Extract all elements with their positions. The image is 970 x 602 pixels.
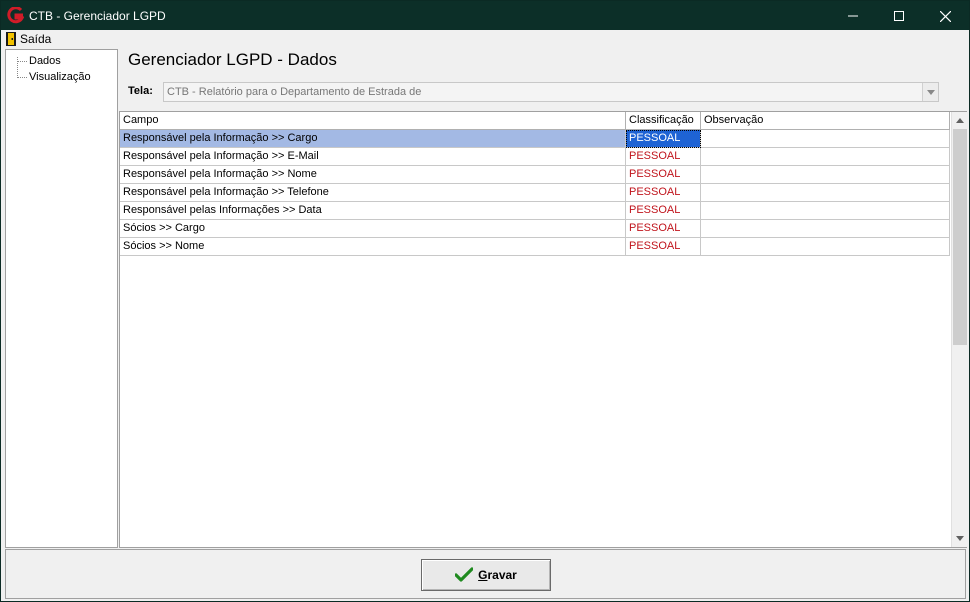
cell-observacao[interactable] (701, 166, 950, 184)
tela-select-value: CTB - Relatório para o Departamento de E… (167, 86, 422, 98)
table-row[interactable]: Sócios >> Cargo PESSOAL (120, 220, 950, 238)
window-title: CTB - Gerenciador LGPD (29, 9, 166, 23)
column-header-campo[interactable]: Campo (120, 112, 626, 130)
cell-classificacao[interactable]: PESSOAL (626, 148, 701, 166)
exit-label: Saída (20, 32, 52, 46)
cell-observacao[interactable] (701, 184, 950, 202)
save-button[interactable]: Gravar (421, 559, 551, 591)
cell-observacao[interactable] (701, 220, 950, 238)
tree-connector (17, 77, 27, 78)
cell-classificacao[interactable]: PESSOAL (626, 130, 701, 148)
cell-classificacao[interactable]: PESSOAL (626, 220, 701, 238)
cell-classificacao[interactable]: PESSOAL (626, 202, 701, 220)
app-logo-icon (7, 7, 24, 24)
column-header-observacao[interactable]: Observação (701, 112, 950, 130)
cell-classificacao[interactable]: PESSOAL (626, 166, 701, 184)
minimize-button[interactable] (830, 1, 876, 30)
close-button[interactable] (922, 1, 968, 30)
table-row[interactable]: Responsável pela Informação >> Nome PESS… (120, 166, 950, 184)
save-button-label: Gravar (478, 568, 517, 582)
cell-campo[interactable]: Responsável pela Informação >> Telefone (120, 184, 626, 202)
table-row[interactable]: Responsável pela Informação >> Telefone … (120, 184, 950, 202)
scroll-down-arrow-icon[interactable] (952, 530, 968, 547)
cell-classificacao[interactable]: PESSOAL (626, 238, 701, 256)
table-row[interactable]: Responsável pelas Informações >> Data PE… (120, 202, 950, 220)
maximize-icon (894, 11, 904, 22)
column-header-classificacao[interactable]: Classificação (626, 112, 701, 130)
page-title: Gerenciador LGPD - Dados (128, 50, 337, 69)
table-row[interactable]: Responsável pela Informação >> Cargo PES… (120, 130, 950, 148)
menu-bar: Saída (1, 30, 969, 48)
exit-door-icon (6, 32, 16, 46)
cell-campo[interactable]: Responsável pela Informação >> Cargo (120, 130, 626, 148)
grid-header: Campo Classificação Observação (120, 112, 950, 130)
tela-label: Tela: (128, 85, 153, 97)
table-row[interactable]: Responsável pela Informação >> E-Mail PE… (120, 148, 950, 166)
tree-connector (17, 61, 27, 62)
tree-item-visualizacao[interactable]: Visualização (29, 71, 91, 83)
cell-observacao[interactable] (701, 202, 950, 220)
cell-observacao[interactable] (701, 238, 950, 256)
close-icon (939, 10, 951, 23)
chevron-down-icon[interactable] (922, 83, 938, 101)
app-window: CTB - Gerenciador LGPD Saída Dados Visua… (0, 0, 970, 602)
cell-classificacao[interactable]: PESSOAL (626, 184, 701, 202)
cell-campo[interactable]: Responsável pelas Informações >> Data (120, 202, 626, 220)
scroll-up-arrow-icon[interactable] (952, 112, 968, 129)
tela-select[interactable]: CTB - Relatório para o Departamento de E… (163, 82, 939, 102)
cell-campo[interactable]: Sócios >> Nome (120, 238, 626, 256)
title-bar: CTB - Gerenciador LGPD (1, 1, 969, 30)
cell-observacao[interactable] (701, 148, 950, 166)
cell-campo[interactable]: Responsável pela Informação >> E-Mail (120, 148, 626, 166)
minimize-icon (848, 15, 858, 17)
cell-observacao[interactable] (701, 130, 950, 148)
scrollbar-thumb[interactable] (953, 129, 967, 345)
vertical-scrollbar[interactable] (951, 112, 967, 547)
tree-item-dados[interactable]: Dados (29, 55, 61, 67)
data-grid: Campo Classificação Observação Responsáv… (119, 111, 967, 548)
checkmark-icon (455, 567, 474, 582)
cell-campo[interactable]: Responsável pela Informação >> Nome (120, 166, 626, 184)
maximize-button[interactable] (876, 1, 922, 30)
navigation-tree: Dados Visualização (5, 49, 118, 548)
menu-item-exit[interactable]: Saída (6, 31, 51, 47)
cell-campo[interactable]: Sócios >> Cargo (120, 220, 626, 238)
table-row[interactable]: Sócios >> Nome PESSOAL (120, 238, 950, 256)
